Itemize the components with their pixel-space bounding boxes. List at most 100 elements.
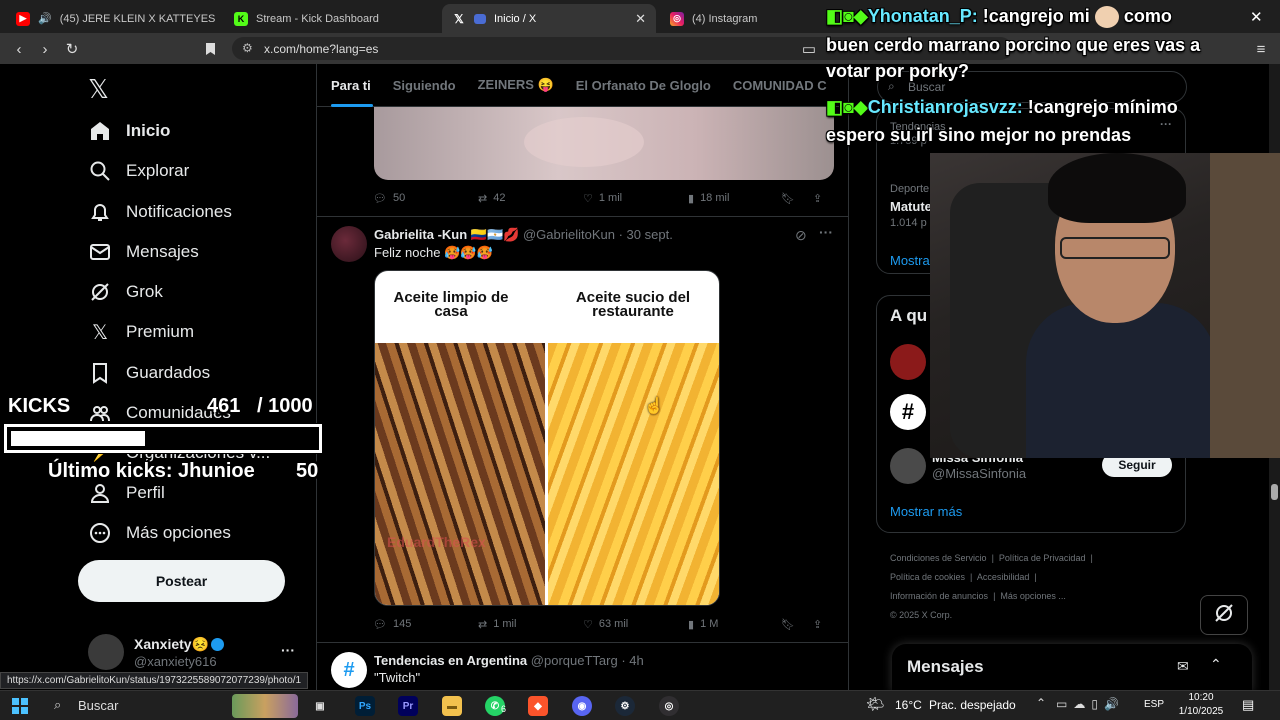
nav-item-guardados[interactable]: Guardados — [88, 359, 210, 387]
discord-icon[interactable]: ◉ — [572, 696, 592, 716]
grok-button[interactable] — [1200, 595, 1248, 635]
trend-title[interactable]: Matute — [890, 199, 932, 214]
last-kicks-amount: 50 — [296, 460, 319, 482]
nav-item-grok[interactable]: Grok — [88, 278, 163, 306]
post-date[interactable]: 30 sept. — [627, 227, 673, 242]
hashtag-avatar-icon[interactable]: # — [890, 394, 926, 430]
brave-icon[interactable]: ◆ — [528, 696, 548, 716]
reply-button[interactable]: 💬︎ 145 — [373, 618, 478, 631]
x-logo-icon[interactable]: 𝕏 — [88, 74, 109, 105]
hashtag-avatar-icon[interactable]: # — [331, 652, 367, 688]
share-icon[interactable]: ⇪ — [813, 192, 822, 205]
previous-post-image[interactable] — [374, 107, 834, 180]
weather-text[interactable]: Prac. despejado — [929, 698, 1016, 712]
taskbar-search-icon[interactable]: ⌕ — [54, 697, 61, 713]
weather-temp[interactable]: 16°C — [895, 698, 922, 712]
more-circle-icon — [88, 521, 112, 545]
trend-more-icon[interactable]: ··· — [1160, 117, 1172, 131]
post-button[interactable]: Postear — [78, 560, 285, 602]
photoshop-icon[interactable]: Ps — [355, 696, 375, 716]
nav-item-perfil[interactable]: Perfil — [88, 479, 165, 507]
nav-label: Notificaciones — [126, 202, 232, 221]
post-handle[interactable]: @GabrielitoKun — [523, 227, 615, 242]
tray-chevron-icon[interactable]: ⌃ — [1036, 696, 1046, 710]
widget-image[interactable] — [232, 694, 298, 718]
trends-show-more[interactable]: Mostra — [890, 253, 930, 268]
share-icon[interactable]: ⇪ — [813, 618, 822, 631]
back-icon[interactable]: ‹ — [8, 38, 30, 60]
grok-analyze-icon[interactable]: ⊘ — [795, 227, 807, 244]
language-indicator[interactable]: ESP — [1144, 699, 1164, 710]
nav-item-premium[interactable]: 𝕏 Premium — [88, 318, 194, 346]
footer-link[interactable]: Más opciones ... — [1000, 591, 1066, 601]
repost-button[interactable]: ⇄ 42 — [478, 192, 583, 205]
expand-icon[interactable]: ⌃ — [1210, 656, 1222, 673]
views-button[interactable]: ▮ 1 M — [688, 618, 793, 631]
suggested-avatar-3[interactable] — [890, 448, 926, 484]
tab-orfanato[interactable]: El Orfanato De Gloglo — [576, 78, 711, 93]
notifications-icon[interactable]: ▤ — [1242, 697, 1254, 713]
scrollbar-thumb[interactable] — [1271, 484, 1278, 500]
footer-link[interactable]: Accesibilidad — [977, 572, 1030, 582]
file-explorer-icon[interactable]: ▬ — [442, 696, 462, 716]
tab-para-ti[interactable]: Para ti — [331, 78, 371, 93]
tab-x[interactable]: 𝕏 Inicio / X ✕ — [442, 4, 656, 33]
tab-siguiendo[interactable]: Siguiendo — [393, 78, 456, 93]
account-avatar[interactable] — [88, 634, 124, 670]
clock-date[interactable]: 1/10/2025 — [1176, 706, 1226, 717]
next-post-handle[interactable]: @porqueTTarg — [531, 653, 618, 668]
nav-item-explorar[interactable]: Explorar — [88, 157, 189, 185]
footer-link[interactable]: Información de anuncios — [890, 591, 988, 601]
list-icon — [474, 13, 486, 24]
post-avatar[interactable] — [331, 226, 367, 262]
footer-link[interactable]: Política de Privacidad — [999, 553, 1086, 563]
trend-count-2: 1.014 p — [890, 217, 927, 229]
task-view-icon[interactable]: ▣ — [310, 696, 330, 716]
audio-icon[interactable]: 🔊 — [38, 12, 52, 25]
tab-kick[interactable]: K Stream - Kick Dashboard — [224, 4, 434, 33]
follow-show-more[interactable]: Mostrar más — [890, 504, 962, 519]
next-post-date[interactable]: 4h — [629, 653, 643, 668]
post-image[interactable]: Aceite limpio de casa Aceite sucio del r… — [374, 270, 720, 606]
steam-icon[interactable]: ⚙ — [615, 696, 635, 716]
footer-link[interactable]: Política de cookies — [890, 572, 965, 582]
reply-button[interactable]: 💬︎ 50 — [373, 192, 478, 205]
site-settings-icon[interactable]: ⚙ — [242, 41, 253, 55]
nav-item-inicio[interactable]: Inicio — [88, 117, 170, 145]
tab-comunidad[interactable]: COMUNIDAD C — [733, 78, 827, 93]
mail-icon — [88, 240, 112, 264]
views-button[interactable]: ▮ 18 mil — [688, 192, 793, 205]
nav-item-notificaciones[interactable]: Notificaciones — [88, 198, 232, 226]
next-post-author[interactable]: Tendencias en Argentina — [374, 653, 527, 668]
messages-drawer[interactable]: Mensajes ✉ ⌃ — [892, 644, 1252, 692]
repost-button[interactable]: ⇄ 1 mil — [478, 618, 583, 631]
tray-icons[interactable]: ▭☁▯🔊 — [1056, 697, 1125, 711]
tab-instagram[interactable]: ◎ (4) Instagram — [660, 4, 820, 33]
post-more-icon[interactable]: ··· — [819, 224, 833, 240]
like-button[interactable]: ♡ 1 mil — [583, 192, 688, 205]
bookmark-icon[interactable]: 🔖︎ — [781, 618, 795, 631]
clock-time[interactable]: 10:20 — [1176, 692, 1226, 703]
windows-start-icon[interactable] — [12, 698, 28, 714]
tab-youtube[interactable]: ▶ 🔊 (45) JERE KLEIN X KATTEYES - TO — [6, 4, 216, 33]
bookmark-icon[interactable]: 🔖︎ — [781, 192, 795, 205]
tab-zeiners[interactable]: ZEINERS 😝 — [478, 77, 554, 93]
menu-icon[interactable]: ≡ — [1250, 38, 1272, 60]
like-button[interactable]: ♡ 63 mil — [583, 618, 688, 631]
taskbar-search[interactable]: Buscar — [78, 698, 118, 713]
account-more-icon[interactable]: ··· — [281, 642, 295, 658]
suggested-avatar-1[interactable] — [890, 344, 926, 380]
nav-item-mensajes[interactable]: Mensajes — [88, 238, 199, 266]
close-tab-icon[interactable]: ✕ — [635, 11, 646, 27]
nav-item-mas-opciones[interactable]: Más opciones — [88, 519, 231, 547]
premiere-icon[interactable]: Pr — [398, 696, 418, 716]
forward-icon[interactable]: › — [34, 38, 56, 60]
post-author[interactable]: Gabrielita -Kun 🇨🇴🇦🇷💋 — [374, 227, 519, 242]
reload-icon[interactable]: ↻ — [61, 38, 83, 60]
cast-icon[interactable]: ▭ — [798, 38, 820, 60]
new-message-icon[interactable]: ✉ — [1177, 658, 1189, 675]
window-close-icon[interactable]: ✕ — [1250, 8, 1263, 26]
obs-icon[interactable]: ◎ — [659, 696, 679, 716]
footer-link[interactable]: Condiciones de Servicio — [890, 553, 987, 563]
bookmark-page-icon[interactable] — [199, 38, 221, 60]
